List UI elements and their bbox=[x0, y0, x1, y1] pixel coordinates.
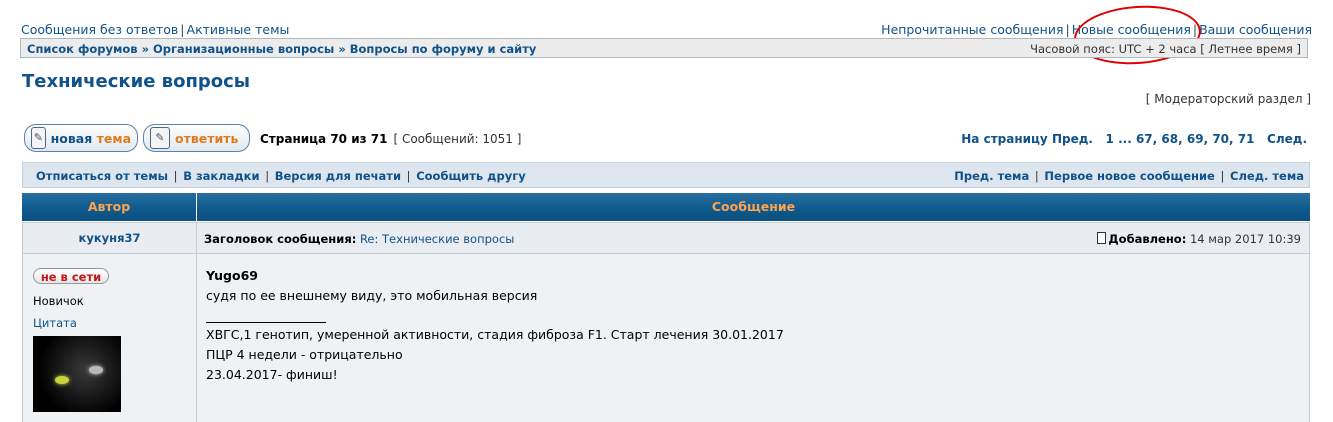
page-link-67[interactable]: 67, bbox=[1136, 132, 1157, 146]
email-friend-link[interactable]: Сообщить другу bbox=[416, 169, 526, 183]
reply-label: ответить bbox=[175, 130, 239, 146]
page-number-text: Страница 70 из 71 bbox=[260, 132, 388, 146]
signature-divider bbox=[206, 322, 326, 323]
active-topics-link[interactable]: Активные темы bbox=[187, 22, 290, 37]
post-subject-label: Заголовок сообщения: bbox=[204, 232, 357, 246]
topic-actions-left: Отписаться от темы | В закладки | Версия… bbox=[36, 169, 526, 183]
author-column-header: Автор bbox=[22, 193, 197, 221]
post-message: Yugo69 судя по ее внешнему виду, это моб… bbox=[206, 266, 784, 385]
user-rank: Новичок bbox=[33, 294, 84, 308]
page-link-71[interactable]: 71 bbox=[1238, 132, 1255, 146]
post-subject-link[interactable]: Re: Технические вопросы bbox=[360, 232, 514, 246]
unanswered-posts-link[interactable]: Сообщения без ответов bbox=[21, 22, 178, 37]
your-posts-link[interactable]: Ваши сообщения bbox=[1199, 22, 1312, 37]
avatar-eye-left bbox=[55, 376, 69, 384]
first-new-post-link[interactable]: Первое новое сообщение bbox=[1044, 169, 1214, 183]
prev-page-link[interactable]: Пред. bbox=[1052, 132, 1093, 146]
post-count: [ Сообщений: 1051 ] bbox=[393, 132, 522, 146]
post-link-icon[interactable] bbox=[1097, 232, 1107, 244]
page-info: Страница 70 из 71 [ Сообщений: 1051 ] bbox=[260, 132, 521, 146]
breadcrumb-forum-list[interactable]: Список форумов bbox=[27, 42, 138, 56]
post-added-time: 14 мар 2017 10:39 bbox=[1189, 232, 1301, 246]
topic-title[interactable]: Технические вопросы bbox=[22, 71, 250, 92]
post-subject: Заголовок сообщения: Re: Технические воп… bbox=[204, 232, 514, 246]
page-link-68[interactable]: 68, bbox=[1161, 132, 1182, 146]
next-topic-link[interactable]: След. тема bbox=[1230, 169, 1304, 183]
separator: | bbox=[180, 22, 185, 37]
reply-button[interactable]: ✎ ответить bbox=[143, 124, 250, 152]
page-link-70[interactable]: 70, bbox=[1212, 132, 1233, 146]
next-page-link[interactable]: След. bbox=[1267, 132, 1307, 146]
page-link-69[interactable]: 69, bbox=[1187, 132, 1208, 146]
new-topic-button[interactable]: ✎ новая тема bbox=[24, 124, 138, 152]
new-topic-label-2: тема bbox=[96, 130, 131, 146]
breadcrumb-bar: Список форумов » Организационные вопросы… bbox=[20, 38, 1308, 58]
red-annotation-circle bbox=[1072, 1, 1203, 69]
post-author-name[interactable]: кукуня37 bbox=[23, 223, 197, 253]
post-header-row: кукуня37 Заголовок сообщения: Re: Технич… bbox=[22, 222, 1310, 254]
prev-topic-link[interactable]: Пред. тема bbox=[954, 169, 1029, 183]
print-version-link[interactable]: Версия для печати bbox=[275, 169, 401, 183]
separator: | bbox=[1065, 22, 1070, 37]
avatar-eye-right bbox=[89, 366, 103, 374]
breadcrumb: Список форумов » Организационные вопросы… bbox=[27, 42, 537, 56]
document-icon: ✎ bbox=[31, 127, 46, 149]
breadcrumb-forum-site-questions[interactable]: Вопросы по форуму и сайту bbox=[350, 42, 537, 56]
pagination-nav: На страницу Пред. 1 ... 67, 68, 69, 70, … bbox=[961, 132, 1307, 146]
bookmark-link[interactable]: В закладки bbox=[183, 169, 259, 183]
post-body-text: судя по ее внешнему виду, это мобильная … bbox=[206, 288, 538, 303]
post-added-label: Добавлено: bbox=[1108, 232, 1187, 246]
topic-actions-right: Пред. тема | Первое новое сообщение | Сл… bbox=[954, 169, 1304, 183]
signature-line-3: 23.04.2017- финиш! bbox=[206, 367, 338, 382]
topic-actions-bar: Отписаться от темы | В закладки | Версия… bbox=[22, 162, 1310, 188]
document-icon: ✎ bbox=[150, 127, 170, 149]
timezone-text: Часовой пояс: UTC + 2 часа [ Летнее врем… bbox=[1030, 42, 1301, 56]
goto-page-label: На страницу bbox=[961, 132, 1048, 146]
post-date: Добавлено: 14 мар 2017 10:39 bbox=[1097, 232, 1301, 246]
quoted-author: Yugo69 bbox=[206, 268, 258, 283]
page-link-1[interactable]: 1 bbox=[1106, 132, 1114, 146]
message-column-header: Сообщение bbox=[711, 199, 796, 214]
top-links-left: Сообщения без ответов | Активные темы bbox=[21, 22, 289, 37]
avatar bbox=[33, 336, 121, 412]
moderator-section-link[interactable]: [ Модераторский раздел ] bbox=[1146, 92, 1311, 106]
breadcrumb-org-questions[interactable]: Организационные вопросы bbox=[153, 42, 334, 56]
post-body-row: не в сети Новичок Цитата Yugo69 судя по … bbox=[22, 254, 1310, 422]
quote-link[interactable]: Цитата bbox=[33, 316, 77, 330]
signature-line-2: ПЦР 4 недели - отрицательно bbox=[206, 347, 403, 362]
new-topic-label-1: новая bbox=[50, 130, 93, 146]
offline-status-badge: не в сети bbox=[33, 268, 109, 284]
unsubscribe-link[interactable]: Отписаться от темы bbox=[36, 169, 168, 183]
pagination-ellipsis: ... bbox=[1118, 132, 1132, 146]
unread-posts-link[interactable]: Непрочитанные сообщения bbox=[881, 22, 1063, 37]
column-divider bbox=[196, 254, 197, 422]
signature-line-1: ХВГС,1 генотип, умеренной активности, ст… bbox=[206, 327, 784, 342]
posts-table-header: Автор Сообщение bbox=[22, 193, 1310, 221]
